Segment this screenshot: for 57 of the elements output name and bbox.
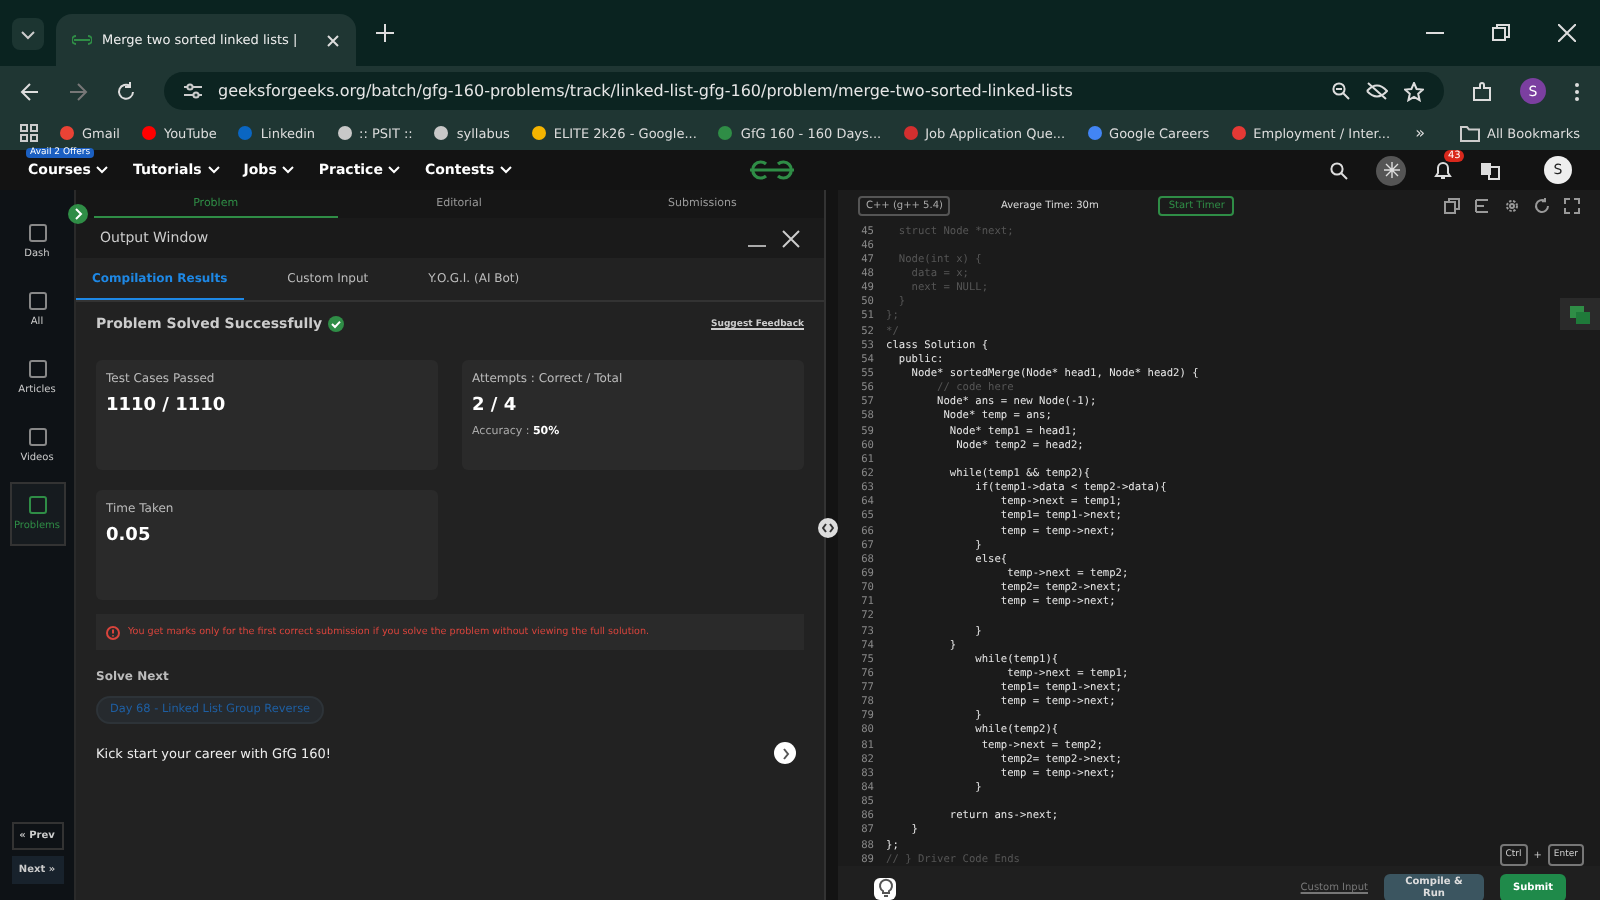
- chevron-right-icon: [73, 208, 83, 220]
- sidebar-icon: [27, 360, 47, 378]
- sidebar-icon: [27, 292, 47, 310]
- star-icon[interactable]: [1404, 81, 1424, 101]
- extensions-icon[interactable]: [1472, 81, 1492, 101]
- sidebar-icon: [27, 224, 47, 242]
- card-value: 1110 / 1110: [106, 396, 226, 416]
- reload-icon[interactable]: [116, 81, 136, 101]
- zoom-icon[interactable]: [1332, 82, 1350, 100]
- forward-icon[interactable]: [68, 81, 88, 101]
- card-value: 0.05: [106, 526, 151, 546]
- reset-icon[interactable]: [1534, 198, 1550, 214]
- eye-slash-icon[interactable]: [1366, 82, 1388, 100]
- close-icon[interactable]: [326, 33, 340, 47]
- chat-button[interactable]: [1560, 298, 1600, 330]
- restore-icon[interactable]: [1492, 24, 1510, 42]
- caret-icon: [207, 166, 220, 174]
- folder-icon: [1459, 125, 1480, 141]
- bell-icon[interactable]: [1434, 160, 1452, 180]
- new-tab-icon[interactable]: [376, 24, 394, 42]
- caret-icon: [282, 166, 295, 174]
- resize-handle[interactable]: [818, 518, 838, 538]
- back-icon[interactable]: [20, 81, 40, 101]
- chevron-right-icon: [781, 747, 789, 759]
- close-icon[interactable]: [1558, 24, 1576, 42]
- site-logo-icon[interactable]: [744, 158, 800, 182]
- check-circle-icon: [328, 316, 345, 332]
- sun-icon: [1383, 162, 1399, 178]
- theme-toggle-button[interactable]: [1376, 155, 1406, 185]
- apps-grid-icon[interactable]: [20, 124, 38, 142]
- sidebar-icon: [27, 428, 47, 446]
- format-icon[interactable]: [1474, 198, 1490, 214]
- settings-icon[interactable]: [1504, 198, 1520, 214]
- close-icon[interactable]: [782, 229, 800, 247]
- sidebar-icon: [27, 496, 47, 514]
- tab-search-button[interactable]: [12, 17, 44, 49]
- search-icon[interactable]: [1330, 161, 1348, 179]
- fullscreen-icon[interactable]: [1564, 198, 1580, 214]
- hint-button[interactable]: [874, 877, 896, 900]
- more-bookmarks-button[interactable]: »: [1415, 124, 1426, 142]
- caret-icon: [20, 25, 36, 41]
- copy-icon[interactable]: [1444, 198, 1460, 214]
- card-value: 2 / 4: [472, 396, 517, 416]
- site-logo-icon: [72, 34, 92, 46]
- caret-icon: [96, 166, 109, 174]
- double-chevron-icon: [822, 522, 834, 534]
- url-text: geeksforgeeks.org/batch/gfg-160-problems/track/linked-list-gfg-160/problem/merge-two-sorted-linked-lists: [218, 82, 1073, 100]
- chat-icon: [1570, 305, 1590, 323]
- info-circle-icon: [106, 625, 120, 639]
- caret-icon: [500, 166, 513, 174]
- address-bar[interactable]: geeksforgeeks.org/batch/gfg-160-problems/track/linked-list-gfg-160/problem/merge-two-sorted-linked-lists: [164, 72, 1444, 110]
- next-arrow-button[interactable]: [774, 742, 796, 764]
- lightbulb-icon: [877, 878, 893, 899]
- more-icon[interactable]: [1574, 81, 1580, 101]
- site-settings-icon[interactable]: [184, 82, 202, 100]
- translate-icon[interactable]: [1480, 161, 1500, 179]
- caret-icon: [388, 166, 401, 174]
